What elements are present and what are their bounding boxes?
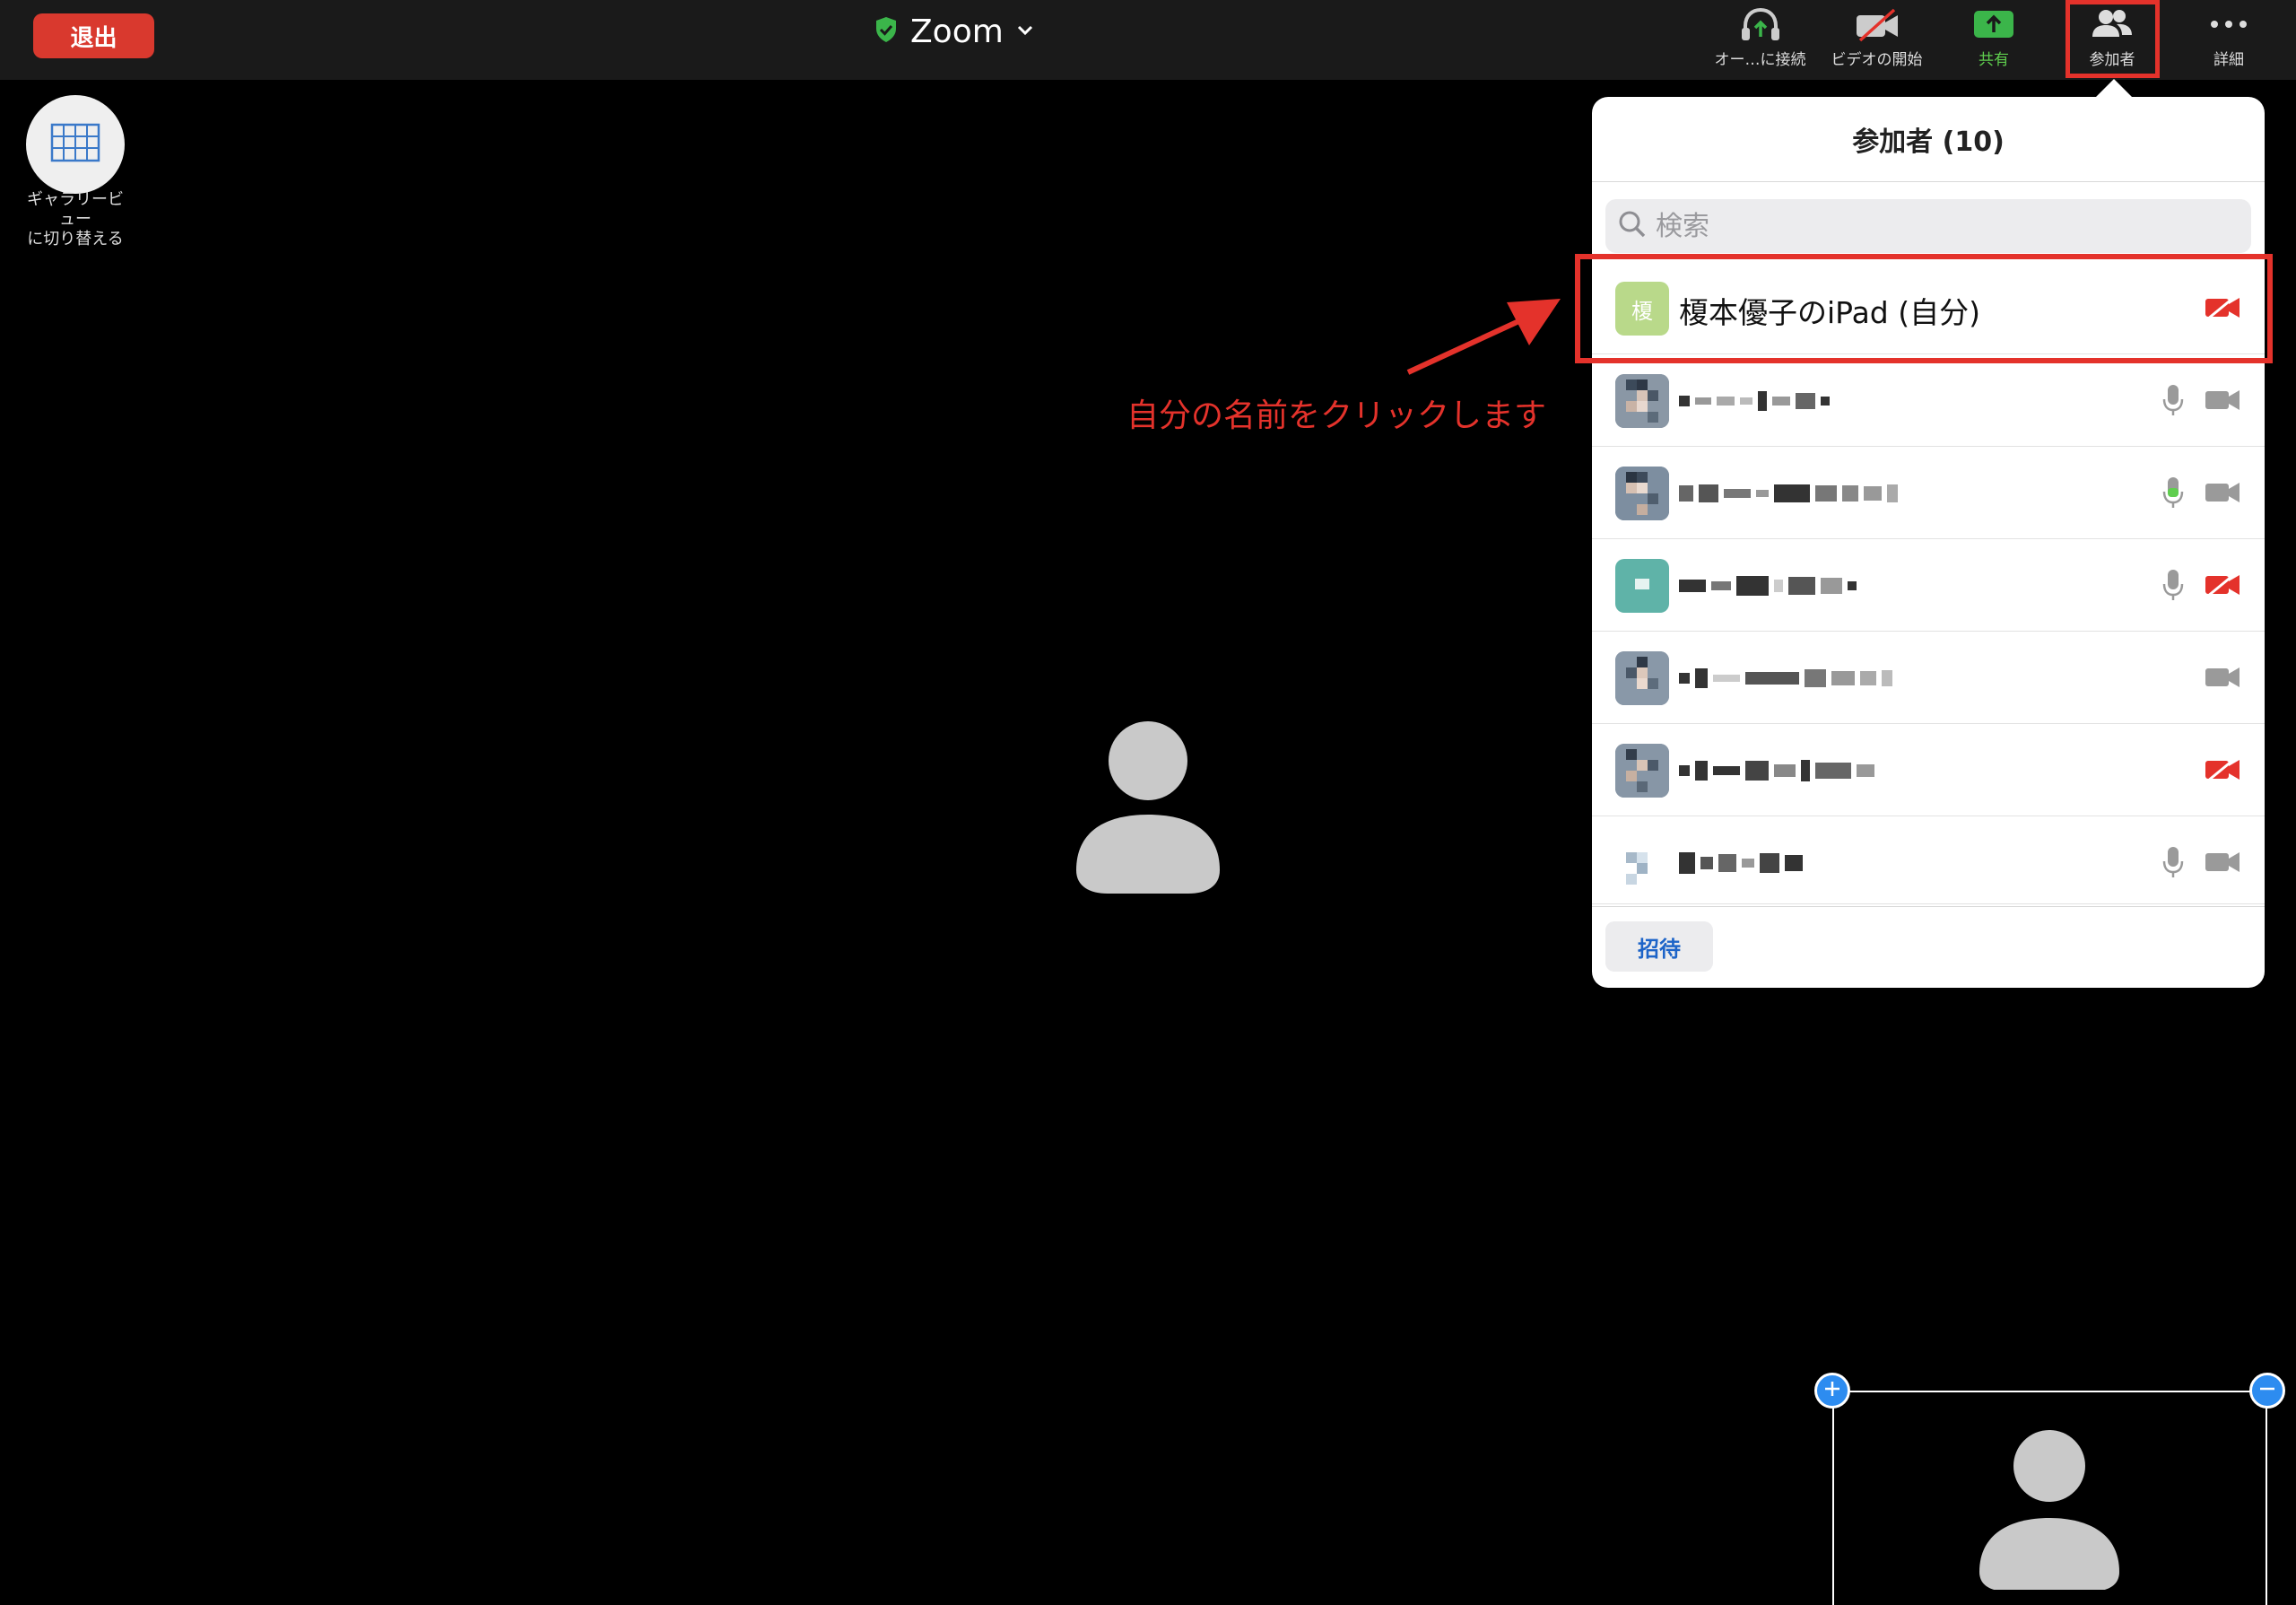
participant-name-self: 榎本優子のiPad (自分): [1679, 295, 1980, 330]
start-video-label: ビデオの開始: [1831, 51, 1923, 69]
pixelated-name: [1679, 474, 1898, 513]
minus-icon: [2257, 1379, 2277, 1402]
meeting-title: Zoom: [910, 13, 1004, 50]
panel-header: 参加者 (10): [1592, 97, 2265, 182]
self-avatar-icon: [1978, 1428, 2121, 1593]
gallery-view-toggle[interactable]: [26, 95, 125, 194]
self-video-preview[interactable]: [1832, 1391, 2267, 1605]
pixelated-name: [1679, 659, 1892, 698]
avatar: [1615, 559, 1669, 613]
avatar: [1615, 744, 1669, 798]
participant-row[interactable]: [1592, 816, 2265, 904]
participant-list: 榎 榎本優子のiPad (自分): [1592, 262, 2265, 904]
leave-button[interactable]: 退出: [33, 13, 154, 58]
share-button[interactable]: 共有: [1955, 4, 2032, 75]
avatar: 榎: [1615, 282, 1669, 336]
shield-check-icon: [874, 16, 898, 47]
meeting-title-dropdown[interactable]: Zoom: [874, 9, 1034, 54]
participant-row[interactable]: [1592, 632, 2265, 724]
invite-button[interactable]: 招待: [1605, 921, 1713, 972]
participants-panel: 参加者 (10) 榎 榎本優子のiPad (自分): [1592, 97, 2265, 988]
participant-row[interactable]: [1592, 447, 2265, 539]
panel-caret: [2094, 79, 2134, 99]
gallery-view-label: ギャラリービ ュー に切り替える: [27, 190, 124, 249]
participant-row[interactable]: [1592, 724, 2265, 816]
grid-icon: [50, 123, 100, 166]
panel-title: 参加者 (10): [1852, 126, 2005, 158]
main-video-avatar-icon: [1072, 718, 1224, 901]
pixelated-name: [1679, 751, 1874, 790]
microphone-icon: [2162, 845, 2184, 883]
video-off-icon: [1853, 4, 1901, 45]
avatar: [1615, 651, 1669, 705]
plus-icon: [1822, 1379, 1842, 1402]
microphone-icon: [2162, 568, 2184, 606]
video-off-icon: [2204, 292, 2243, 325]
top-toolbar: 退出 Zoom オー…に接続 ビデオの開始 共有 参加者 詳細: [0, 0, 2296, 80]
participant-row-self[interactable]: 榎 榎本優子のiPad (自分): [1592, 262, 2265, 354]
participant-row[interactable]: [1592, 354, 2265, 447]
microphone-icon: [2162, 383, 2184, 421]
pixelated-name: [1679, 381, 1830, 421]
participant-row[interactable]: [1592, 539, 2265, 632]
participant-search: [1605, 199, 2251, 253]
avatar: [1615, 836, 1669, 890]
video-icon: [2204, 847, 2243, 879]
video-icon: [2204, 477, 2243, 510]
annotation-instruction: 自分の名前をクリックします: [1126, 397, 1547, 434]
join-audio-button[interactable]: オー…に接続: [1704, 4, 1816, 75]
video-off-icon: [2204, 570, 2243, 602]
participants-highlight-box: [2066, 0, 2160, 78]
panel-footer: 招待: [1592, 906, 2265, 988]
pixelated-name: [1679, 843, 1803, 883]
chevron-down-icon: [1016, 23, 1034, 40]
avatar: [1615, 467, 1669, 520]
search-input[interactable]: [1656, 210, 2230, 242]
join-audio-label: オー…に接続: [1714, 51, 1806, 69]
microphone-active-icon: [2162, 475, 2184, 513]
start-video-button[interactable]: ビデオの開始: [1821, 4, 1933, 75]
video-icon: [2204, 662, 2243, 694]
avatar: [1615, 374, 1669, 428]
avatar-initial: 榎: [1631, 298, 1653, 324]
headphones-icon: [1738, 4, 1783, 45]
more-icon: [2209, 4, 2248, 45]
zoom-out-button[interactable]: [2249, 1373, 2285, 1409]
annotation-arrow-icon: [1399, 292, 1570, 385]
more-label: 詳細: [2213, 51, 2244, 69]
share-label: 共有: [1979, 51, 2009, 69]
pixelated-name: [1679, 566, 1857, 606]
share-screen-icon: [1972, 4, 2015, 45]
video-off-icon: [2204, 755, 2243, 787]
search-icon: [1618, 210, 1647, 242]
zoom-in-button[interactable]: [1814, 1373, 1850, 1409]
video-icon: [2204, 385, 2243, 417]
more-button[interactable]: 詳細: [2188, 4, 2269, 75]
